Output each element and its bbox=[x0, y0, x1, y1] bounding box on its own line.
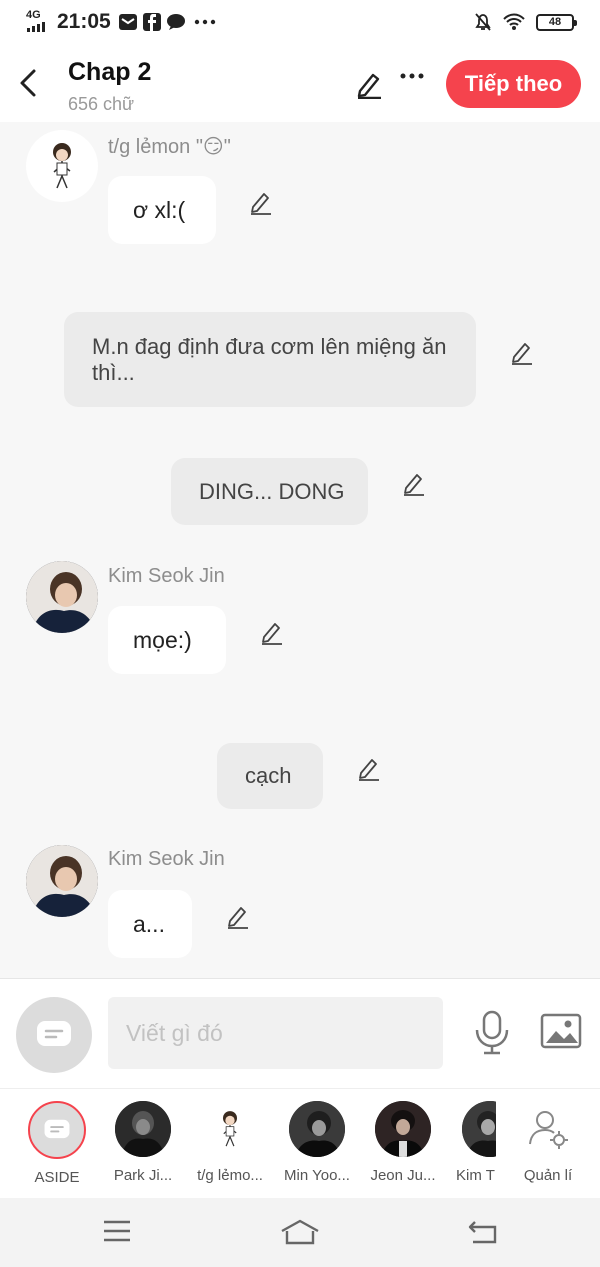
edit-message-icon[interactable] bbox=[248, 189, 274, 215]
message-bubble[interactable]: ơ xl:( bbox=[108, 176, 216, 244]
chapter-header: Chap 2 656 chữ Tiếp theo bbox=[0, 46, 600, 122]
character-kim-t[interactable]: Kim T bbox=[444, 1101, 496, 1184]
message-text: mọe:) bbox=[133, 626, 192, 653]
sender-name: Kim Seok Jin bbox=[108, 565, 225, 587]
menu-icon[interactable] bbox=[102, 1218, 132, 1244]
character-aside[interactable]: ASIDE bbox=[12, 1101, 102, 1186]
character-avatar bbox=[375, 1101, 431, 1157]
chapter-title: Chap 2 bbox=[68, 58, 152, 86]
narration-bubble[interactable]: cạch bbox=[217, 743, 323, 809]
edit-message-icon[interactable] bbox=[401, 470, 427, 496]
aside-toggle-button[interactable] bbox=[16, 997, 92, 1073]
character-avatar bbox=[115, 1101, 171, 1157]
edit-message-icon[interactable] bbox=[509, 339, 535, 365]
character-name: t/g lẻmo... bbox=[197, 1167, 263, 1184]
narration-text: cạch bbox=[245, 763, 292, 788]
character-avatar bbox=[462, 1101, 496, 1157]
portrait-photo-icon bbox=[26, 561, 98, 633]
portrait-photo-icon bbox=[462, 1101, 496, 1157]
mail-icon bbox=[119, 14, 137, 30]
composer-bar bbox=[0, 978, 600, 1088]
character-min-yoo[interactable]: Min Yoo... bbox=[272, 1101, 362, 1184]
lemon-avatar[interactable] bbox=[26, 130, 98, 202]
character-name: Quản lí bbox=[523, 1167, 573, 1184]
character-name: Kim T bbox=[456, 1167, 495, 1184]
back-arrow-icon[interactable] bbox=[14, 66, 44, 100]
narration-text: M.n đag định đưa cơm lên miệng ăn thì... bbox=[92, 333, 447, 385]
narration-text: DING... DONG bbox=[199, 478, 345, 504]
edit-message-icon[interactable] bbox=[259, 619, 285, 645]
portrait-photo-icon bbox=[375, 1101, 431, 1157]
message-bubble-icon bbox=[37, 1021, 71, 1046]
network-type: 4G bbox=[26, 9, 41, 21]
facebook-icon bbox=[143, 13, 161, 31]
system-nav-bar bbox=[0, 1198, 600, 1267]
image-icon[interactable] bbox=[540, 1013, 582, 1049]
portrait-photo-icon bbox=[26, 845, 98, 917]
signal-icon bbox=[27, 22, 47, 32]
portrait-photo-icon bbox=[115, 1101, 171, 1157]
more-options-icon[interactable] bbox=[400, 72, 424, 80]
narration-bubble[interactable]: DING... DONG bbox=[171, 458, 368, 525]
portrait-photo-icon bbox=[289, 1101, 345, 1157]
message-bubble[interactable]: mọe:) bbox=[108, 606, 226, 674]
character-avatar bbox=[289, 1101, 345, 1157]
message-bubble[interactable]: a... bbox=[108, 890, 192, 958]
character-selector: ASIDE Park Ji... t/g lẻmo... Min Yoo... … bbox=[0, 1088, 600, 1198]
more-dots-icon bbox=[194, 19, 216, 25]
chat-icon bbox=[167, 14, 185, 30]
narration-bubble[interactable]: M.n đag định đưa cơm lên miệng ăn thì... bbox=[64, 312, 476, 407]
sender-name: Kim Seok Jin bbox=[108, 848, 225, 870]
edit-message-icon[interactable] bbox=[225, 903, 251, 929]
next-chapter-button[interactable]: Tiếp theo bbox=[446, 60, 581, 108]
back-nav-icon[interactable] bbox=[467, 1218, 499, 1246]
message-text: ơ xl:( bbox=[133, 196, 186, 223]
aside-avatar bbox=[28, 1101, 86, 1159]
manage-icon-wrap bbox=[520, 1101, 576, 1157]
wifi-icon bbox=[503, 13, 525, 30]
jin-avatar[interactable] bbox=[26, 561, 98, 633]
character-avatar bbox=[202, 1101, 258, 1157]
message-input[interactable] bbox=[108, 997, 443, 1069]
microphone-icon[interactable] bbox=[472, 1009, 512, 1055]
character-name: Jeon Ju... bbox=[370, 1167, 436, 1184]
character-park-ji[interactable]: Park Ji... bbox=[98, 1101, 188, 1184]
clock: 21:05 bbox=[57, 10, 111, 33]
battery-icon: 48 bbox=[536, 13, 577, 31]
message-text: a... bbox=[133, 910, 165, 937]
character-name: Min Yoo... bbox=[284, 1167, 350, 1184]
status-bar: 4G 21:05 48 bbox=[0, 0, 600, 46]
edit-message-icon[interactable] bbox=[356, 755, 382, 781]
character-jeon-ju[interactable]: Jeon Ju... bbox=[358, 1101, 448, 1184]
character-name: ASIDE bbox=[34, 1169, 80, 1186]
chibi-figure-icon bbox=[223, 1111, 237, 1147]
user-settings-icon bbox=[529, 1111, 568, 1149]
edit-pencil-icon[interactable] bbox=[354, 69, 384, 99]
mute-bell-icon bbox=[475, 13, 491, 31]
jin-avatar[interactable] bbox=[26, 845, 98, 917]
word-count: 656 chữ bbox=[68, 94, 135, 114]
battery-level: 48 bbox=[548, 16, 562, 28]
home-icon[interactable] bbox=[279, 1218, 321, 1246]
chibi-figure-icon bbox=[53, 143, 71, 189]
message-bubble-icon bbox=[44, 1119, 70, 1139]
character-name: Park Ji... bbox=[113, 1167, 173, 1184]
sender-name: t/g lẻmon "😏" bbox=[108, 136, 231, 158]
character-tg-lemon[interactable]: t/g lẻmo... bbox=[185, 1101, 275, 1184]
manage-characters-button[interactable]: Quản lí bbox=[503, 1101, 593, 1184]
